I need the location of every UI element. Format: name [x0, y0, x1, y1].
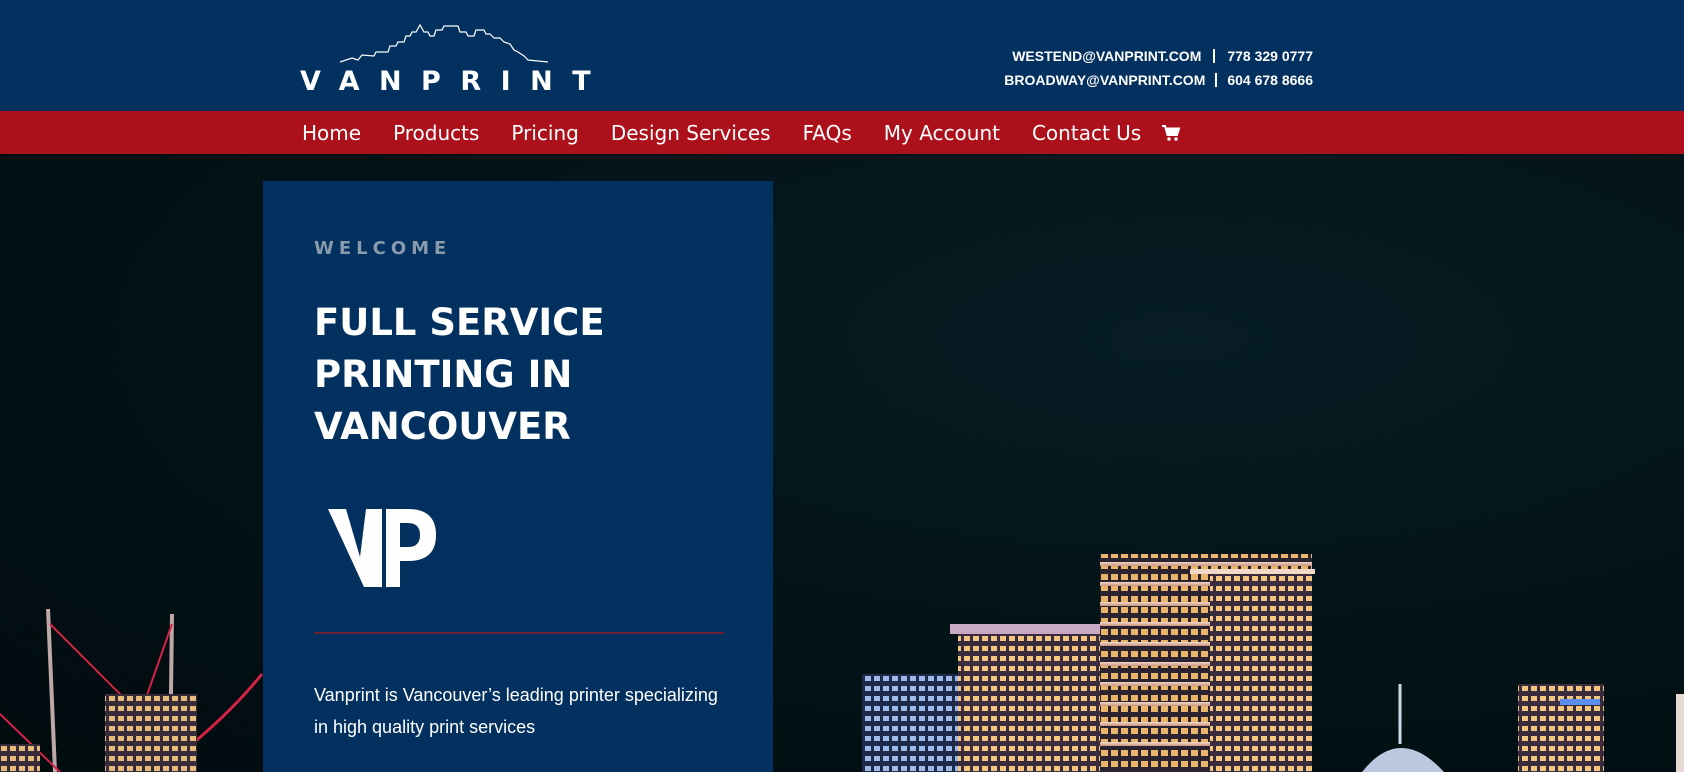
contact-info: WESTEND@VANPRINT.COM 778 329 0777 BROADW… [1004, 44, 1313, 92]
email-link[interactable]: BROADWAY@VANPRINT.COM [1004, 72, 1205, 88]
contact-separator [1213, 49, 1216, 63]
card-divider [314, 632, 724, 634]
hero-headline: FULL SERVICE PRINTING IN VANCOUVER [314, 301, 605, 448]
nav-item-home[interactable]: Home [302, 121, 361, 145]
contact-separator [1215, 73, 1218, 87]
phone-link[interactable]: 604 678 8666 [1227, 72, 1313, 88]
top-header: VANPRINT WESTEND@VANPRINT.COM 778 329 07… [0, 0, 1684, 111]
nav-item-contact-us[interactable]: Contact Us [1032, 121, 1141, 145]
nav-item-design-services[interactable]: Design Services [611, 121, 771, 145]
left-structures [0, 608, 264, 772]
phone-link[interactable]: 778 329 0777 [1227, 48, 1313, 64]
contact-row-westend: WESTEND@VANPRINT.COM 778 329 0777 [1004, 44, 1313, 68]
city-skyline-image [0, 554, 1684, 772]
welcome-card: WELCOME FULL SERVICE PRINTING IN VANCOUV… [263, 181, 773, 772]
contact-row-broadway: BROADWAY@VANPRINT.COM 604 678 8666 [1004, 68, 1313, 92]
logo-text: VANPRINT [300, 66, 611, 97]
skyline-logo-icon [339, 23, 548, 63]
main-nav: Home Products Pricing Design Services FA… [0, 111, 1684, 154]
hero-description: Vanprint is Vancouver’s leading printer … [314, 685, 718, 737]
nav-item-pricing[interactable]: Pricing [511, 121, 578, 145]
vanprint-logo[interactable]: VANPRINT [300, 22, 591, 100]
right-towers [862, 554, 1684, 772]
shopping-cart-icon[interactable] [1161, 124, 1181, 142]
nav-item-my-account[interactable]: My Account [884, 121, 1000, 145]
nav-items: Home Products Pricing Design Services FA… [302, 111, 1181, 154]
welcome-eyebrow: WELCOME [314, 238, 452, 259]
hero-section: WELCOME FULL SERVICE PRINTING IN VANCOUV… [0, 154, 1684, 772]
nav-item-products[interactable]: Products [393, 121, 479, 145]
nav-item-faqs[interactable]: FAQs [803, 121, 852, 145]
vp-logo-icon [328, 509, 438, 594]
email-link[interactable]: WESTEND@VANPRINT.COM [1012, 48, 1201, 64]
